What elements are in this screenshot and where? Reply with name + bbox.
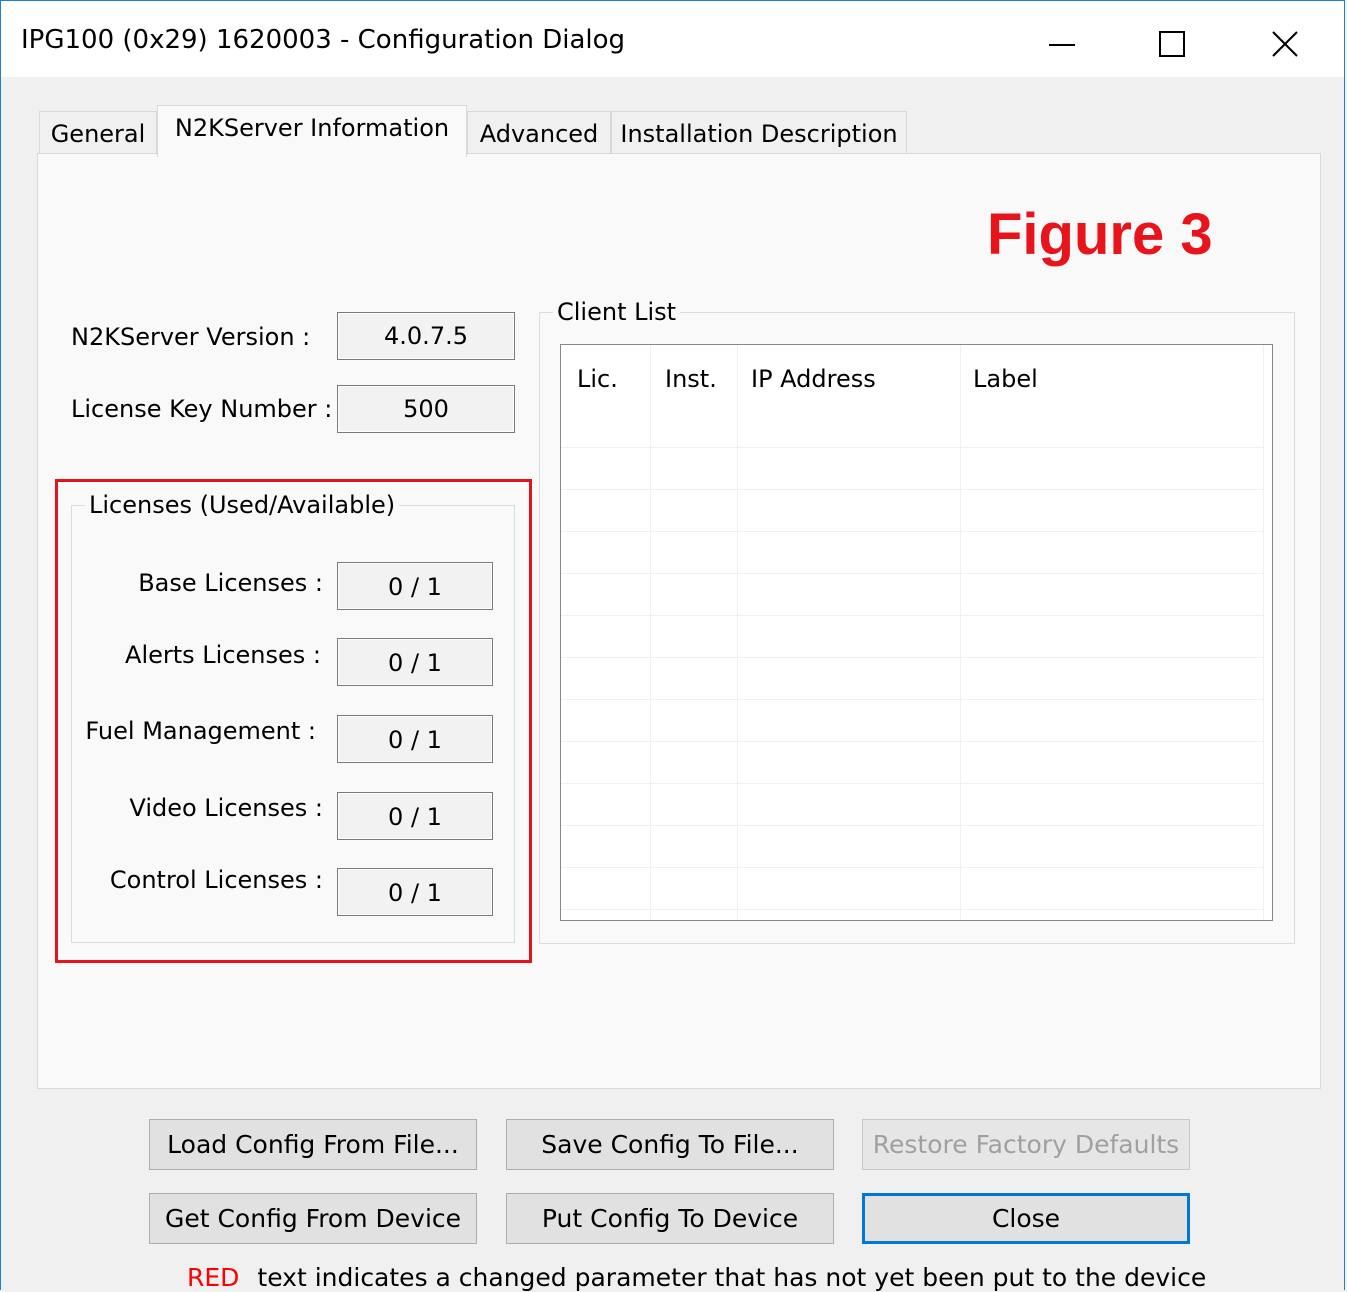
close-icon (1272, 31, 1298, 57)
column-header-inst[interactable]: Inst. (665, 345, 717, 407)
table-row[interactable] (561, 657, 1264, 700)
tab-installation-description[interactable]: Installation Description (611, 111, 907, 155)
server-version-field[interactable]: 4.0.7.5 (337, 312, 515, 360)
table-row[interactable] (561, 573, 1264, 616)
table-row[interactable] (561, 615, 1264, 658)
table-row[interactable] (561, 867, 1264, 910)
column-header-ip-address[interactable]: IP Address (751, 345, 876, 407)
maximize-button[interactable] (1115, 1, 1227, 77)
table-row[interactable] (561, 447, 1264, 490)
table-row[interactable] (561, 909, 1264, 920)
put-config-button[interactable]: Put Config To Device (506, 1193, 834, 1244)
table-row[interactable] (561, 699, 1264, 742)
status-red-word: RED (187, 1263, 240, 1292)
window-title: IPG100 (0x29) 1620003 - Configuration Di… (21, 25, 626, 55)
table-row[interactable] (561, 741, 1264, 784)
get-config-button[interactable]: Get Config From Device (149, 1193, 477, 1244)
table-row[interactable] (561, 825, 1264, 868)
tab-advanced[interactable]: Advanced (467, 111, 611, 155)
figure-annotation: Figure 3 (987, 202, 1213, 267)
client-list-table[interactable]: Lic. Inst. IP Address Label (560, 344, 1273, 921)
client-list-group-title: Client List (553, 298, 681, 326)
status-message: RED text indicates a changed parameter th… (187, 1263, 1206, 1292)
status-text: text indicates a changed parameter that … (257, 1263, 1207, 1292)
column-header-lic[interactable]: Lic. (577, 345, 618, 407)
restore-defaults-button[interactable]: Restore Factory Defaults (862, 1119, 1190, 1170)
server-version-label: N2KServer Version : (71, 323, 311, 351)
configuration-dialog: IPG100 (0x29) 1620003 - Configuration Di… (0, 0, 1345, 1292)
table-row[interactable] (561, 531, 1264, 574)
minimize-button[interactable] (1003, 1, 1115, 77)
close-button[interactable]: Close (862, 1193, 1190, 1244)
license-key-label: License Key Number : (71, 395, 333, 423)
maximize-icon (1159, 31, 1185, 57)
title-bar[interactable]: IPG100 (0x29) 1620003 - Configuration Di… (1, 1, 1344, 77)
save-config-button[interactable]: Save Config To File... (506, 1119, 834, 1170)
column-header-label[interactable]: Label (973, 345, 1038, 407)
tab-n2kserver-information[interactable]: N2KServer Information (157, 105, 467, 157)
tab-general[interactable]: General (39, 111, 157, 155)
load-config-button[interactable]: Load Config From File... (149, 1119, 477, 1170)
highlight-box (55, 479, 532, 963)
table-row[interactable] (561, 783, 1264, 826)
table-row[interactable] (561, 489, 1264, 532)
close-window-button[interactable] (1227, 1, 1339, 77)
minimize-icon (1049, 44, 1075, 46)
license-key-field[interactable]: 500 (337, 385, 515, 433)
